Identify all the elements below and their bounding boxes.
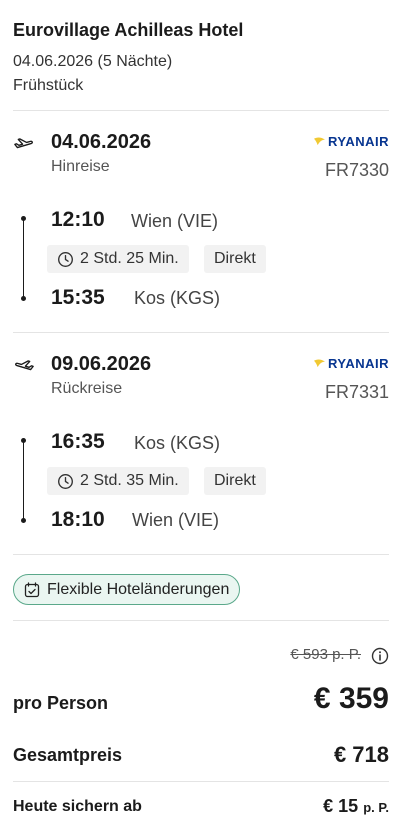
hotel-name: Eurovillage Achilleas Hotel [13, 20, 244, 40]
return-stops: Direkt [214, 472, 256, 489]
airline-logo: RYANAIR [313, 134, 389, 149]
outbound-date: 04.06.2026 [51, 131, 152, 153]
old-price: € 593 p. P. [290, 646, 361, 663]
return-flight-number: FR7331 [324, 382, 389, 402]
outbound-direction: Hinreise [51, 158, 110, 175]
clock-icon [58, 251, 73, 267]
total-price-label: Gesamtpreis [13, 745, 123, 765]
ryanair-harp-icon [313, 359, 325, 368]
divider [13, 110, 389, 111]
clock-icon [58, 473, 73, 489]
outbound-flight-number: FR7330 [324, 160, 389, 180]
outbound-stops: Direkt [214, 250, 256, 267]
divider [13, 620, 389, 621]
timeline-line [23, 220, 24, 298]
deposit-unit: p. P. [363, 800, 389, 815]
airline-name: RYANAIR [327, 356, 389, 371]
outbound-departure-time: 12:10 [51, 208, 105, 231]
return-direction: Rückreise [51, 380, 123, 397]
outbound-stops-chip: Direkt [204, 245, 266, 273]
outbound-duration-chip: 2 Std. 25 Min. [47, 245, 189, 273]
deposit-label: Heute sichern ab [13, 798, 142, 815]
stay-dates: 04.06.2026 (5 Nächte) [13, 53, 173, 70]
outbound-arrival-airport: Kos (KGS) [134, 288, 221, 308]
outbound-departure-airport: Wien (VIE) [131, 211, 219, 231]
info-icon[interactable] [371, 647, 389, 665]
per-person-label: pro Person [13, 693, 109, 713]
return-plane-icon [15, 360, 34, 371]
return-departure-airport: Kos (KGS) [134, 433, 221, 453]
divider [13, 781, 389, 782]
flexible-hotel-changes-badge: Flexible Hoteländerungen [13, 574, 241, 605]
airline-name: RYANAIR [327, 134, 389, 149]
per-person-price: € 359 [313, 682, 389, 715]
return-date: 09.06.2026 [51, 353, 152, 375]
deposit-value: € 15 [323, 796, 359, 816]
board-type: Frühstück [13, 77, 84, 94]
return-duration: 2 Std. 35 Min. [80, 472, 179, 489]
return-duration-chip: 2 Std. 35 Min. [47, 467, 189, 495]
return-stops-chip: Direkt [204, 467, 266, 495]
return-arrival-time: 18:10 [51, 508, 105, 531]
badge-label: Flexible Hoteländerungen [47, 580, 230, 598]
outbound-arrival-time: 15:35 [51, 286, 105, 309]
divider [13, 332, 389, 333]
timeline-line [23, 442, 24, 520]
timeline-dot [21, 296, 26, 301]
timeline-dot [21, 518, 26, 523]
airline-logo: RYANAIR [313, 356, 389, 371]
return-arrival-airport: Wien (VIE) [132, 510, 220, 530]
total-price: € 718 [333, 742, 389, 767]
return-departure-time: 16:35 [51, 430, 105, 453]
departure-plane-icon [14, 138, 33, 149]
outbound-duration: 2 Std. 25 Min. [80, 250, 179, 267]
calendar-check-icon [24, 581, 40, 597]
deposit-amount: € 15 p. P. [323, 796, 389, 817]
divider [13, 554, 389, 555]
ryanair-harp-icon [313, 137, 325, 146]
